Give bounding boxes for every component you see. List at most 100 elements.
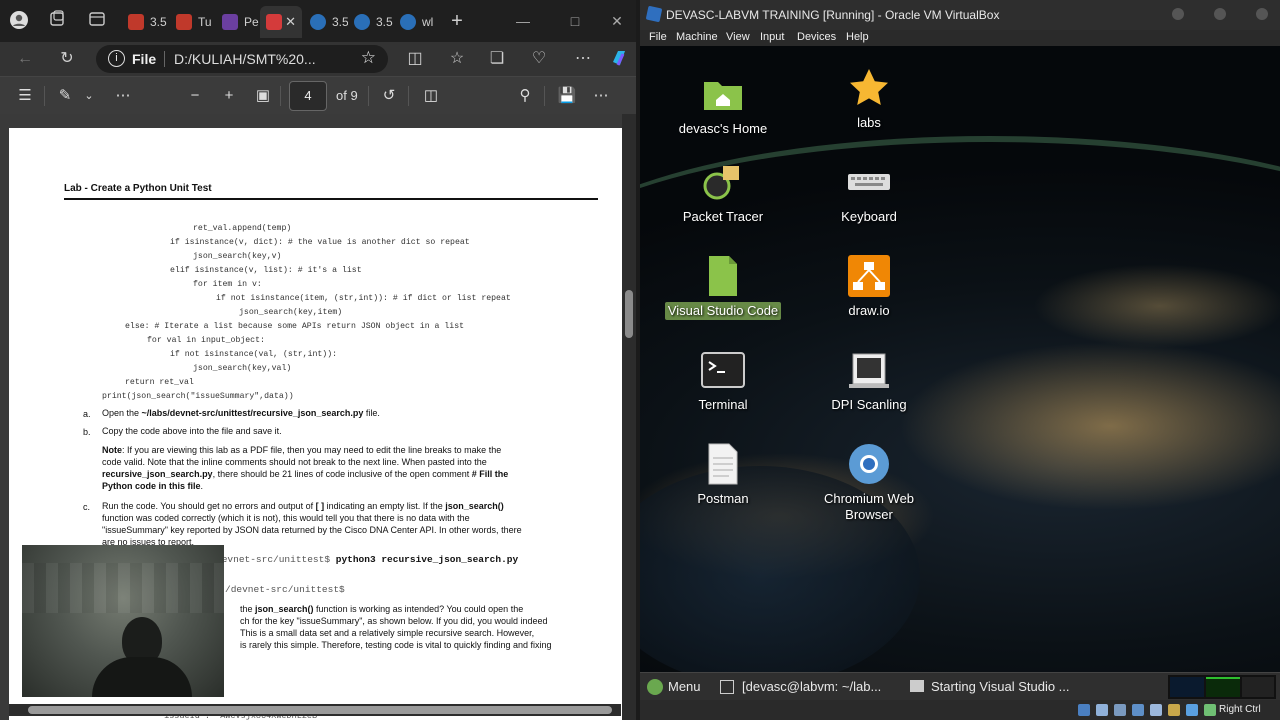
chevron-down-icon[interactable]: ⌄ [78,85,100,107]
scrollbar-thumb[interactable] [625,290,633,338]
desktop-icon-chromium[interactable]: Chromium Web Browser [799,442,939,524]
usb-icon[interactable] [1150,704,1162,716]
page-heading: Lab - Create a Python Unit Test [64,183,212,194]
copilot-icon[interactable] [608,48,630,70]
display-icon[interactable] [1186,704,1198,716]
more-options-icon[interactable]: ⋯ [590,85,612,107]
taskbar-item-vscode[interactable]: Starting Visual Studio ... [931,679,1070,694]
collections-icon[interactable]: ❏ [486,48,508,70]
desktop-icon-packet-tracer[interactable]: Packet Tracer [653,160,793,226]
divider [368,86,369,106]
close-window-icon[interactable] [1256,8,1268,20]
network-icon[interactable] [1132,704,1144,716]
favorite-star-icon[interactable]: ☆ [361,48,376,68]
divider [408,86,409,106]
desktop-icon-postman[interactable]: Postman [653,442,793,508]
close-window-icon[interactable]: ✕ [606,10,628,32]
pdf-icon [128,14,144,30]
minimize-icon[interactable]: — [512,10,534,32]
code-line: elif isinstance(v, list): # it's a list [170,266,362,275]
close-tab-icon[interactable]: ✕ [285,6,296,38]
divider [544,86,545,106]
pdf-icon [176,14,192,30]
code-line: if not isinstance(val, (str,int)): [170,350,338,359]
tab-3[interactable]: Pe [216,6,260,38]
mint-menu-icon[interactable] [647,679,663,695]
desktop-icon-keyboard[interactable]: Keyboard [799,160,939,226]
menu-button[interactable]: Menu [668,679,701,694]
horizontal-scrollbar-thumb[interactable] [28,706,612,714]
zoom-out-icon[interactable]: − [184,85,206,107]
tab-7[interactable]: wl [394,6,440,38]
pdf-toolbar: ☰ ✎ ⌄ ⋯ − + ▣ 4 of 9 ↺ ◫ ⚲ 💾 ⋯ [0,76,636,114]
tab-label: 3.5 [332,15,348,29]
refresh-icon[interactable]: ↻ [56,48,78,70]
info-icon[interactable]: i [108,50,125,67]
desktop-icon-scanning[interactable]: DPI Scanling [799,348,939,414]
vbox-status-bar: Right Ctrl [640,700,1280,720]
tab-5[interactable]: 3.5 [304,6,348,38]
browser-essentials-icon[interactable]: ♡ [528,48,550,70]
maximize-icon[interactable]: □ [564,10,586,32]
code-line: else: # Iterate a list because some APIs… [125,322,465,331]
minimize-icon[interactable] [1172,8,1184,20]
desktop-icon-vscode[interactable]: Visual Studio Code [653,254,793,320]
menu-input[interactable]: Input [760,31,784,43]
desktop-icon-terminal[interactable]: Terminal [653,348,793,414]
taskbar-item-terminal[interactable]: [devasc@labvm: ~/lab... [742,679,881,694]
fit-page-icon[interactable]: ▣ [252,85,274,107]
address-bar[interactable]: i File D:/KULIAH/SMT%20... ☆ [96,45,388,73]
code-line: json_search(key,val) [193,364,292,373]
icon-label: devasc's Home [678,121,768,136]
home-folder-icon [701,72,745,116]
tab-6[interactable]: 3.5 [348,6,394,38]
more-options-icon[interactable]: ⋯ [572,48,594,70]
tab-1[interactable]: 3.5 [122,6,170,38]
system-monitor [1168,675,1276,699]
desktop-icon-drawio[interactable]: draw.io [799,254,939,320]
step-a-text: Open the ~/labs/devnet-src/unittest/recu… [102,408,380,418]
menu-devices[interactable]: Devices [797,31,836,43]
optical-icon[interactable] [1096,704,1108,716]
profile-icon[interactable] [8,10,30,32]
document-icon [701,442,745,486]
code-line: if isinstance(v, dict): # the value is a… [170,238,470,247]
desktop-icon-home[interactable]: devasc's Home [653,72,793,138]
workspaces-icon[interactable] [46,10,68,32]
chromium-icon [847,442,891,486]
vertical-scrollbar[interactable] [622,114,636,720]
virtualbox-icon [645,5,663,23]
more-tools-icon[interactable]: ⋯ [112,85,134,107]
maximize-icon[interactable] [1214,8,1226,20]
heading-rule [64,198,598,200]
page-number-input[interactable]: 4 [289,81,327,111]
back-icon[interactable]: ← [14,48,36,70]
guest-taskbar: Menu [devasc@labvm: ~/lab... Starting Vi… [640,672,1280,700]
menu-file[interactable]: File [649,31,667,43]
mouse-integration-icon[interactable] [1204,704,1216,716]
icon-label: Terminal [698,397,748,412]
new-tab-button[interactable]: + [446,10,468,32]
terminal-icon [701,348,745,392]
tab-2[interactable]: Tu [170,6,216,38]
tab-active[interactable]: ✕ [260,6,302,38]
guest-desktop[interactable]: devasc's Home labs Packet Tracer Keyboar… [640,46,1280,672]
audio-icon[interactable] [1114,704,1126,716]
search-icon[interactable]: ⚲ [514,85,536,107]
favorites-icon[interactable]: ☆ [446,48,468,70]
menu-view[interactable]: View [726,31,750,43]
save-icon[interactable]: 💾 [556,85,578,107]
desktop-icon-labs[interactable]: labs [799,66,939,132]
zoom-in-icon[interactable]: + [218,85,240,107]
page-view-icon[interactable]: ◫ [420,85,442,107]
rotate-icon[interactable]: ↺ [378,85,400,107]
tab-actions-icon[interactable] [86,10,108,32]
split-screen-icon[interactable]: ◫ [404,48,426,70]
menu-help[interactable]: Help [846,31,869,43]
hdd-icon[interactable] [1078,704,1090,716]
menu-machine[interactable]: Machine [676,31,718,43]
contents-icon[interactable]: ☰ [14,85,36,107]
url-text[interactable]: D:/KULIAH/SMT%20... [174,51,316,67]
draw-icon[interactable]: ✎ [54,85,76,107]
shared-folder-icon[interactable] [1168,704,1180,716]
